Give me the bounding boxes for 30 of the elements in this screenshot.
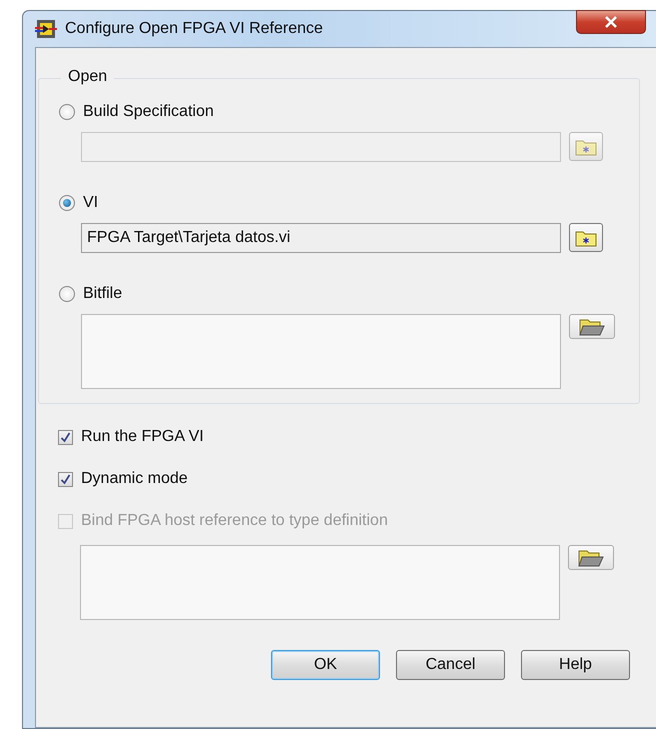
dialog-button[interactable]: Cancel [396,650,505,680]
group-title: Open [61,68,114,86]
checkbox-label: Dynamic mode [81,470,188,488]
browse-button[interactable] [569,223,603,252]
radio-label: VI [83,194,98,212]
path-field[interactable] [80,545,560,620]
window-title: Configure Open FPGA VI Reference [65,20,323,38]
checkbox[interactable] [58,472,73,486]
folder-icon [575,228,597,246]
folder-icon [578,548,604,566]
path-field[interactable]: FPGA Target\Tarjeta datos.vi [81,223,561,253]
checkbox[interactable] [58,430,73,444]
path-field[interactable] [81,314,561,389]
app-icon [35,19,57,39]
checkbox-label: Bind FPGA host reference to type definition [81,512,388,530]
checkbox-label: Run the FPGA VI [81,428,204,446]
radio-button[interactable] [59,104,75,120]
close-button[interactable] [576,10,646,34]
dialog-button[interactable]: OK [271,650,380,680]
radio-label: Bitfile [83,285,122,303]
radio-label: Build Specification [83,103,214,121]
radio-button[interactable] [59,195,75,211]
folder-icon [579,318,605,336]
radio-button[interactable] [59,286,75,302]
browse-button[interactable] [569,314,615,339]
path-text: FPGA Target\Tarjeta datos.vi [87,229,290,247]
browse-button[interactable] [568,545,614,570]
folder-icon [575,138,597,156]
close-icon [604,16,618,28]
dialog-button[interactable]: Help [521,650,630,680]
